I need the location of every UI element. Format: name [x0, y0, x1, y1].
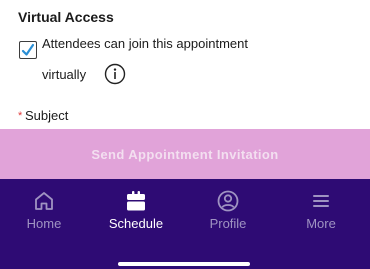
home-indicator [118, 262, 250, 266]
nav-item-schedule[interactable]: Schedule [96, 189, 176, 233]
send-invitation-button[interactable]: Send Appointment Invitation [0, 129, 370, 179]
nav-label-more: More [306, 216, 336, 231]
nav-label-profile: Profile [209, 216, 247, 231]
calendar-icon [127, 191, 145, 211]
nav-label-home: Home [26, 216, 62, 231]
menu-icon [313, 195, 329, 207]
checkbox-label-line2: virtually [42, 67, 87, 82]
nav-item-more[interactable]: More [281, 189, 361, 233]
virtual-access-checkbox[interactable] [19, 41, 37, 59]
info-icon[interactable] [104, 63, 126, 85]
checkmark-icon [21, 43, 35, 56]
home-icon [35, 192, 53, 210]
nav-item-profile[interactable]: Profile [188, 189, 268, 233]
virtual-access-title: Virtual Access [18, 9, 114, 25]
required-marker: * [18, 110, 23, 122]
nav-item-home[interactable]: Home [4, 189, 84, 233]
bottom-nav: Home Schedule Profile More [0, 179, 370, 269]
subject-label: Subject [25, 108, 69, 123]
nav-label-schedule: Schedule [108, 216, 164, 231]
profile-icon [217, 190, 239, 212]
checkbox-label-line1: Attendees can join this appointment [42, 36, 248, 51]
